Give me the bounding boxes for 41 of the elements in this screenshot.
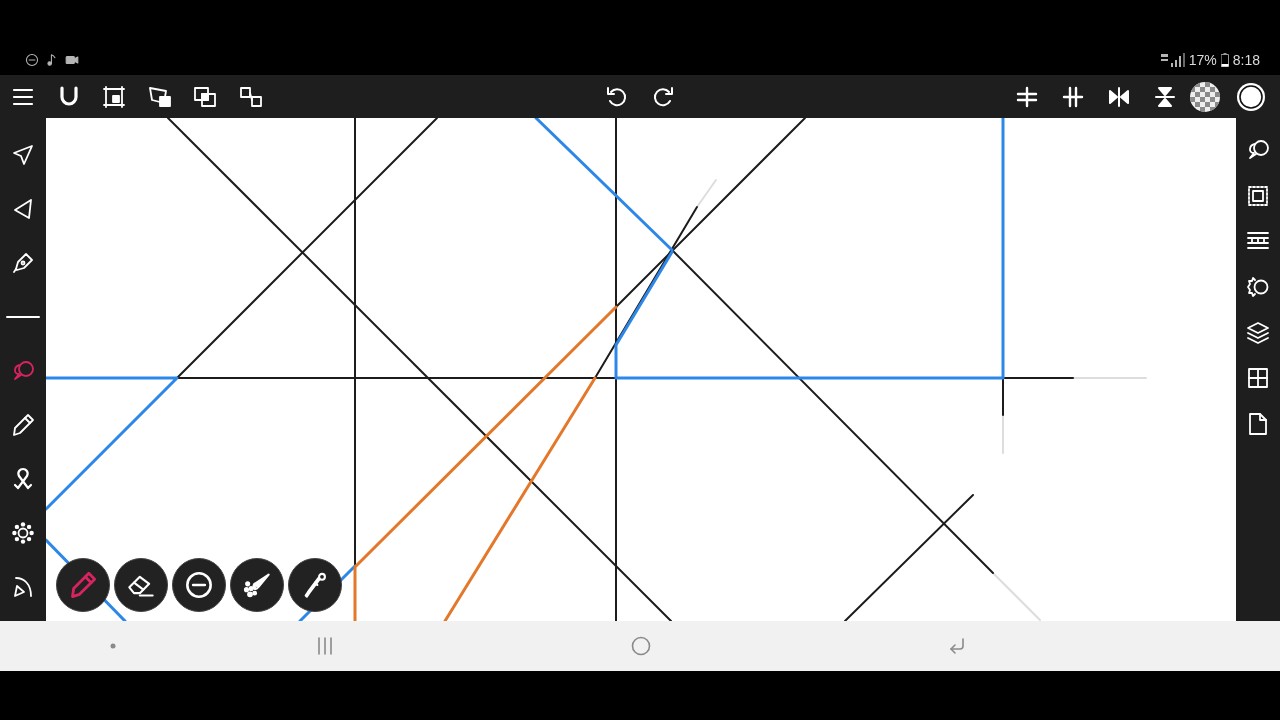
lasso-circle-icon[interactable] bbox=[1246, 137, 1270, 162]
redo-icon[interactable] bbox=[651, 84, 675, 109]
layers-icon[interactable] bbox=[1246, 320, 1270, 345]
pen-nib-icon[interactable] bbox=[11, 251, 35, 275]
curve-arrow-icon[interactable] bbox=[11, 575, 35, 599]
flower-icon[interactable] bbox=[11, 521, 35, 545]
pencil-tool-button[interactable] bbox=[56, 558, 110, 612]
eraser-tool-button[interactable] bbox=[114, 558, 168, 612]
pen-tool-button[interactable] bbox=[288, 558, 342, 612]
mirror-horizontal-icon[interactable] bbox=[1107, 84, 1131, 109]
mirror-vertical-icon[interactable] bbox=[1153, 84, 1177, 109]
hash-lines-icon[interactable] bbox=[1061, 84, 1085, 109]
color-swatch-icon[interactable] bbox=[1237, 82, 1265, 111]
overlapping-squares-icon[interactable] bbox=[193, 84, 218, 109]
battery-icon bbox=[1220, 53, 1229, 67]
battery-percent: 17% bbox=[1188, 52, 1217, 68]
clock-time: 8:18 bbox=[1232, 52, 1260, 68]
triangle-icon[interactable] bbox=[11, 197, 35, 221]
line-icon[interactable] bbox=[6, 315, 40, 319]
spray-brush-tool-button[interactable] bbox=[230, 558, 284, 612]
lasso-icon[interactable] bbox=[11, 359, 35, 383]
pencil-icon bbox=[69, 571, 97, 599]
transform-icon[interactable] bbox=[147, 84, 172, 109]
gear-circle-icon[interactable] bbox=[1246, 274, 1270, 299]
minus-circle-icon bbox=[185, 571, 213, 599]
dashed-square-icon[interactable] bbox=[1246, 183, 1270, 208]
undo-icon[interactable] bbox=[605, 84, 629, 109]
grid-icon[interactable] bbox=[1246, 366, 1270, 391]
cross-lines-icon[interactable] bbox=[1015, 84, 1039, 109]
frame-icon[interactable] bbox=[102, 84, 127, 109]
linked-squares-icon[interactable] bbox=[238, 84, 263, 109]
signal-icon bbox=[1160, 53, 1185, 67]
document-icon[interactable] bbox=[1246, 411, 1270, 436]
ribbon-icon[interactable] bbox=[11, 467, 35, 491]
pointer-icon[interactable] bbox=[11, 143, 35, 167]
music-note-icon bbox=[45, 53, 59, 67]
pencil-icon[interactable] bbox=[11, 413, 35, 437]
spray-brush-icon bbox=[243, 571, 271, 599]
minus-circle-tool-button[interactable] bbox=[172, 558, 226, 612]
do-not-disturb-icon bbox=[25, 53, 39, 67]
video-icon bbox=[65, 53, 79, 67]
